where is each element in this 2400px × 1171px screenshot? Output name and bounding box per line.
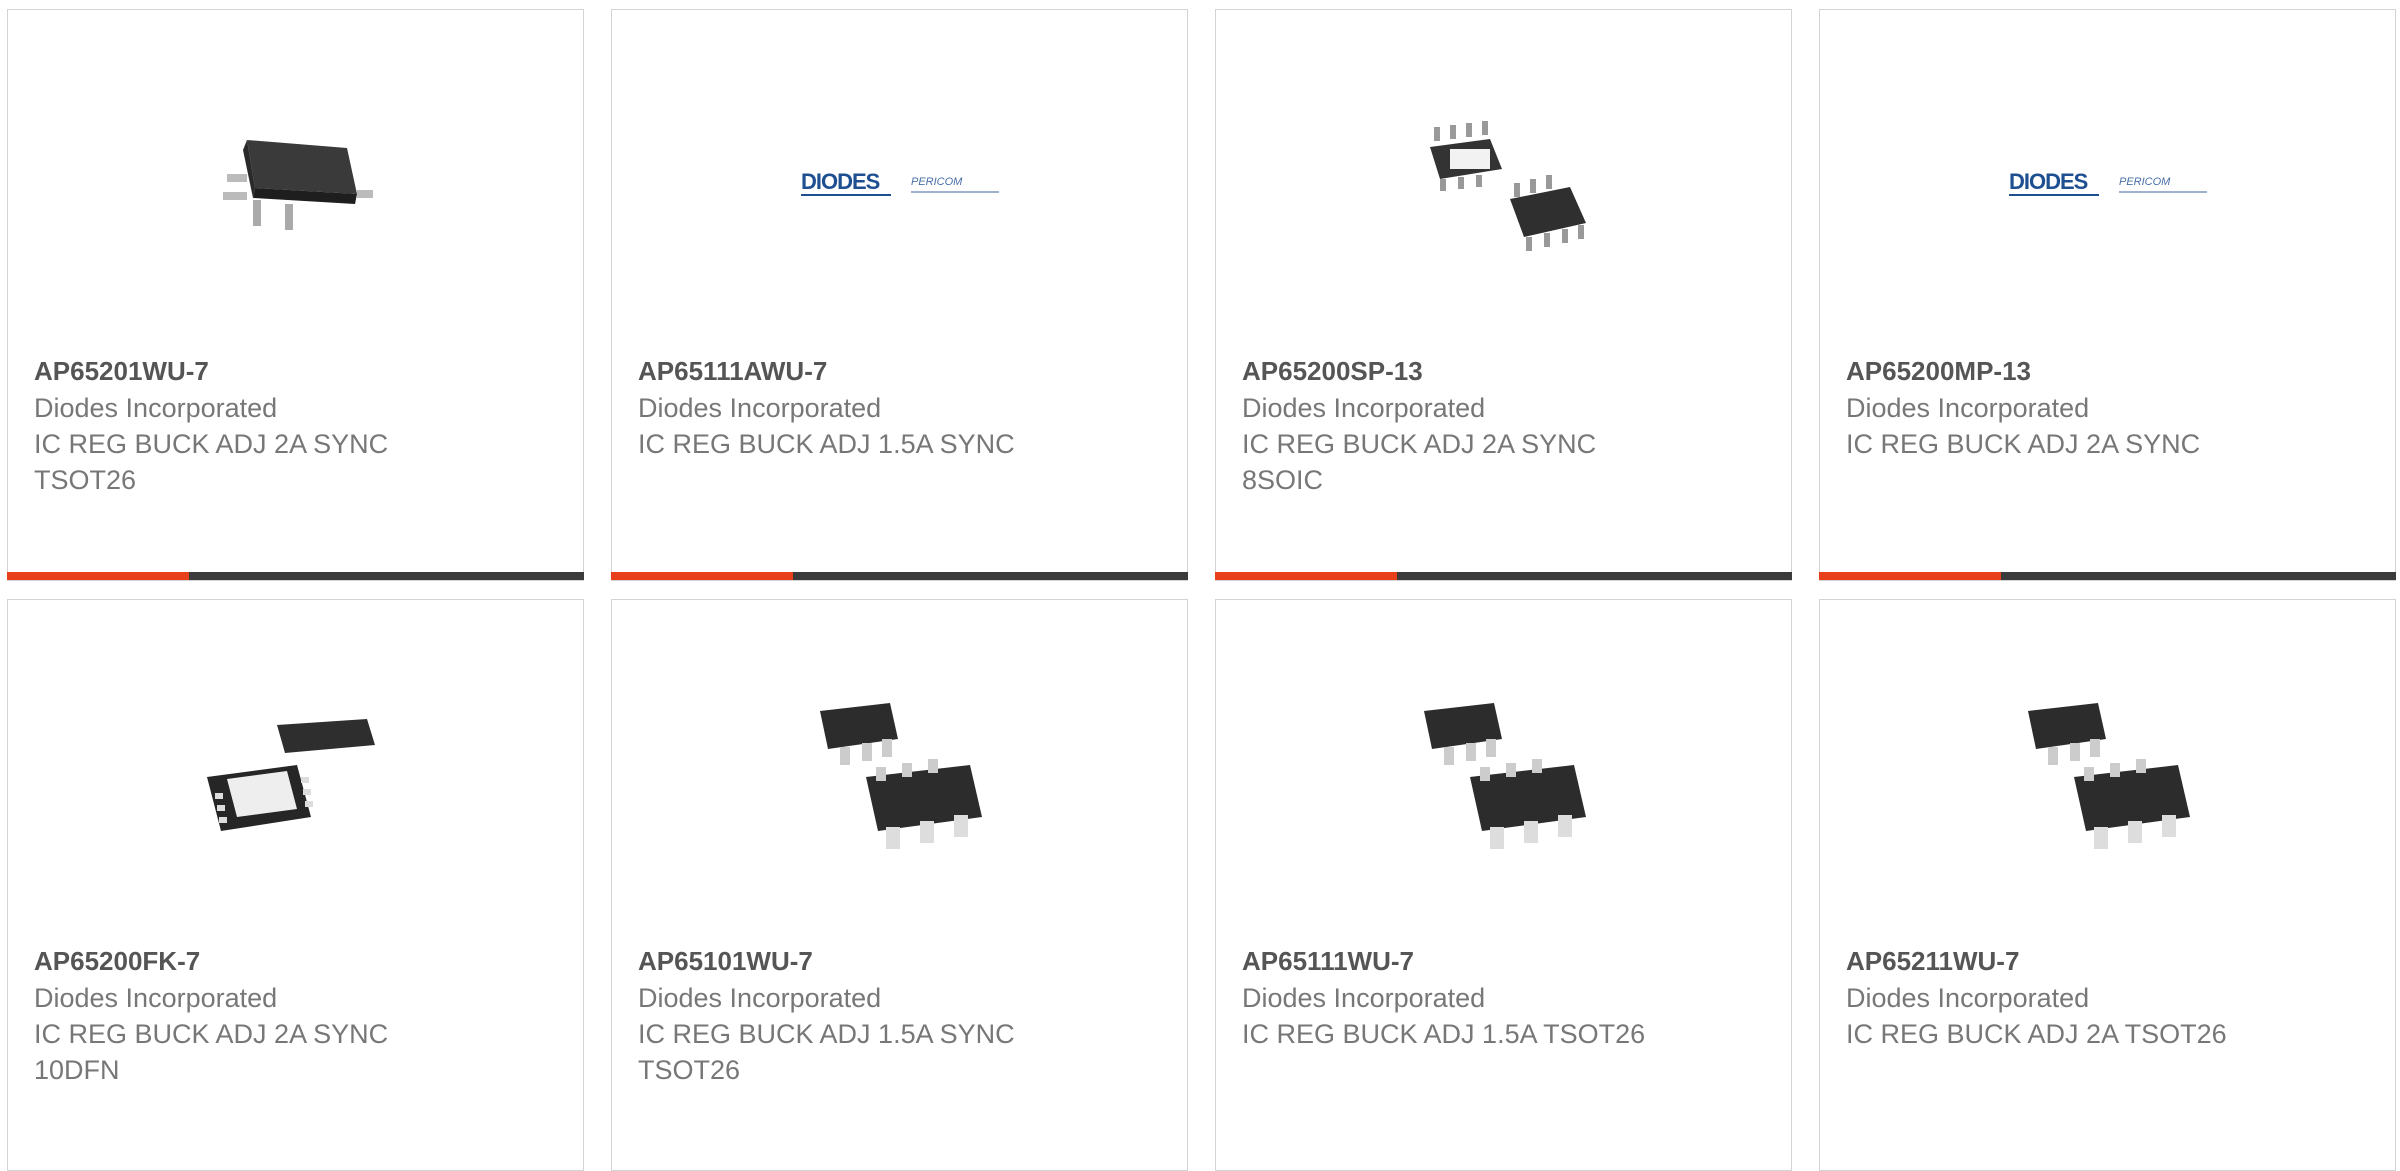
accent-bar	[7, 572, 189, 580]
product-card[interactable]: AP65200FK-7 Diodes Incorporated IC REG B…	[7, 599, 584, 1171]
diodes-pericom-logo: DIODES PERICOM	[801, 169, 999, 196]
product-image	[196, 88, 398, 286]
part-number[interactable]: AP65201WU-7	[34, 353, 563, 390]
description: IC REG BUCK ADJ 2A TSOT26	[1846, 1019, 2227, 1049]
10dfn-package-icon	[207, 719, 375, 831]
svg-text:DIODES: DIODES	[2009, 169, 2088, 194]
accent-bar	[611, 572, 793, 580]
product-card[interactable]: DIODES PERICOM AP65111AWU-7 Diodes Incor…	[611, 9, 1188, 581]
manufacturer: Diodes Incorporated	[34, 393, 278, 423]
sot-package-icon	[1424, 703, 1586, 849]
description: IC REG BUCK ADJ 1.5A TSOT26	[1242, 1019, 1646, 1049]
manufacturer: Diodes Incorporated	[1846, 983, 2090, 1013]
product-image: DIODES PERICOM	[800, 88, 1002, 286]
diodes-pericom-logo: DIODES PERICOM	[2009, 169, 2207, 196]
sot-package-icon	[2028, 703, 2190, 849]
product-card[interactable]: AP65111WU-7 Diodes Incorporated IC REG B…	[1215, 599, 1792, 1171]
manufacturer: Diodes Incorporated	[34, 983, 278, 1013]
accent-bar	[1819, 572, 2001, 580]
description: IC REG BUCK ADJ 2A SYNC 10DFN	[34, 1019, 389, 1085]
tsot26-package-icon	[223, 140, 373, 230]
part-number[interactable]: AP65101WU-7	[638, 943, 1167, 980]
product-image	[1404, 678, 1606, 876]
part-number[interactable]: AP65200FK-7	[34, 943, 563, 980]
8soic-package-icon	[1430, 121, 1586, 251]
manufacturer: Diodes Incorporated	[1846, 393, 2090, 423]
part-number[interactable]: AP65111AWU-7	[638, 353, 1167, 390]
product-card[interactable]: AP65200SP-13 Diodes Incorporated IC REG …	[1215, 9, 1792, 581]
svg-text:DIODES: DIODES	[801, 169, 880, 194]
product-image	[2008, 678, 2210, 876]
product-card[interactable]: AP65101WU-7 Diodes Incorporated IC REG B…	[611, 599, 1188, 1171]
part-number[interactable]: AP65211WU-7	[1846, 943, 2375, 980]
description: IC REG BUCK ADJ 2A SYNC 8SOIC	[1242, 429, 1597, 495]
product-grid: AP65201WU-7 Diodes Incorporated IC REG B…	[0, 0, 2400, 1171]
description: IC REG BUCK ADJ 2A SYNC TSOT26	[34, 429, 389, 495]
product-card[interactable]: AP65201WU-7 Diodes Incorporated IC REG B…	[7, 9, 584, 581]
manufacturer: Diodes Incorporated	[638, 983, 882, 1013]
card-footer-bar	[1819, 572, 2396, 580]
product-image	[1404, 88, 1606, 286]
sot-package-icon	[820, 703, 982, 849]
manufacturer: Diodes Incorporated	[638, 393, 882, 423]
part-number[interactable]: AP65200MP-13	[1846, 353, 2375, 390]
description: IC REG BUCK ADJ 2A SYNC	[1846, 429, 2201, 459]
description: IC REG BUCK ADJ 1.5A SYNC	[638, 429, 1015, 459]
product-image	[800, 678, 1002, 876]
svg-text:PERICOM: PERICOM	[911, 176, 963, 188]
svg-text:PERICOM: PERICOM	[2119, 176, 2171, 188]
part-number[interactable]: AP65200SP-13	[1242, 353, 1771, 390]
product-card[interactable]: AP65211WU-7 Diodes Incorporated IC REG B…	[1819, 599, 2396, 1171]
product-image	[196, 678, 398, 876]
part-number[interactable]: AP65111WU-7	[1242, 943, 1771, 980]
product-image: DIODES PERICOM	[2008, 88, 2210, 286]
product-card[interactable]: DIODES PERICOM AP65200MP-13 Diodes Incor…	[1819, 9, 2396, 581]
manufacturer: Diodes Incorporated	[1242, 393, 1486, 423]
manufacturer: Diodes Incorporated	[1242, 983, 1486, 1013]
description: IC REG BUCK ADJ 1.5A SYNC TSOT26	[638, 1019, 1015, 1085]
card-footer-bar	[7, 572, 584, 580]
card-footer-bar	[1215, 572, 1792, 580]
card-footer-bar	[611, 572, 1188, 580]
accent-bar	[1215, 572, 1397, 580]
